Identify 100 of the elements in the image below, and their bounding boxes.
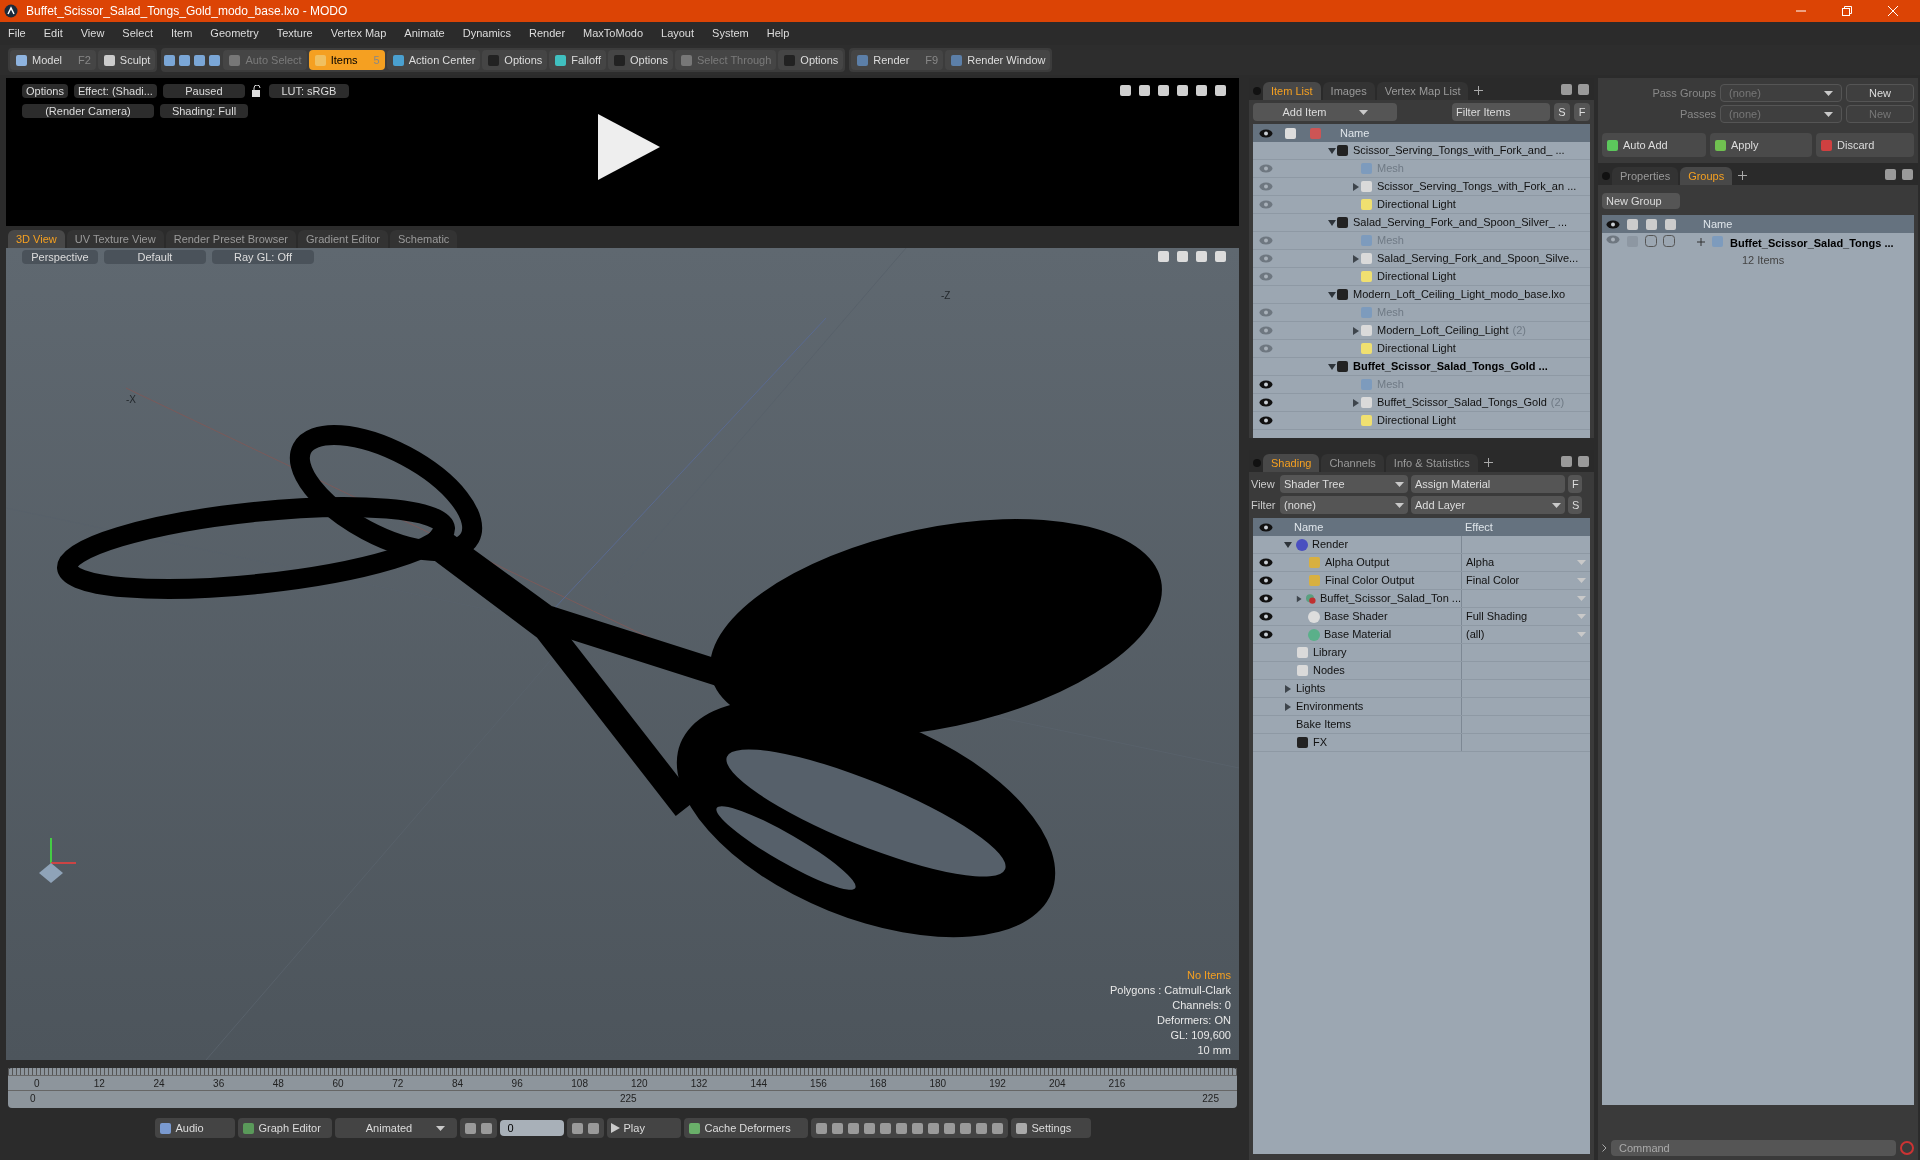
mode-dropdown[interactable]: Animated [334,1118,457,1138]
preview-button[interactable]: Shading: Full [160,104,248,118]
column-header[interactable]: Name [1340,124,1370,142]
assign-material-button[interactable]: Assign Material [1411,475,1565,493]
expand-arrow-icon[interactable] [1328,218,1336,227]
eye-icon[interactable] [1258,594,1273,603]
menu-item[interactable]: Geometry [210,25,259,42]
menu-item[interactable]: Render [529,25,566,42]
timeline[interactable]: 0 12 24 36 48 60 72 84 96 108 120 132 144 156 168 180 192 204 216 0 225 225 [8,1068,1237,1108]
expand-arrow-icon[interactable] [1284,684,1292,693]
panel-tab[interactable]: 3D View [8,230,65,248]
preview-button[interactable]: Effect: (Shadi... [73,84,157,98]
toolbar-button[interactable]: Model F2 [10,50,96,70]
menu-item[interactable]: MaxToModo [583,25,643,42]
menu-item[interactable]: Edit [43,25,63,42]
shader-item[interactable]: Base Material [1324,626,1392,643]
preview-button[interactable]: (Render Camera) [22,104,154,118]
shader-item[interactable]: Environments [1296,698,1364,715]
column-header[interactable]: Effect [1461,518,1493,536]
menu-item[interactable]: Animate [404,25,445,42]
tree-item[interactable]: Directional Light [1377,196,1456,213]
eye-icon[interactable] [1258,398,1273,407]
tree-item[interactable]: Directional Light [1377,268,1456,285]
tree-item[interactable]: Directional Light [1377,412,1456,429]
add-layer-dropdown[interactable]: Add Layer [1411,496,1565,514]
eye-icon[interactable] [1258,612,1273,621]
panel-tab[interactable]: Images [1322,82,1375,100]
scene-item[interactable]: Scissor_Serving_Tongs_with_Fork_and_ ... [1353,142,1565,159]
shader-item[interactable]: Base Shader [1324,608,1388,625]
panel-tab[interactable]: Shading [1263,454,1320,472]
expand-arrow-icon[interactable] [1328,146,1336,155]
shader-item[interactable]: FX [1313,734,1328,751]
play-button[interactable]: Play [606,1118,681,1138]
command-field[interactable]: Command [1611,1140,1896,1156]
s-button[interactable]: S [1554,103,1570,121]
tree-item[interactable]: Scissor_Serving_Tongs_with_Fork_an ... [1377,178,1577,195]
filter-dropdown[interactable]: (none) [1280,496,1408,514]
toolbar-button[interactable]: Falloff [549,50,607,70]
expand-arrow-icon[interactable] [1352,326,1360,335]
toolbar-button[interactable]: Options [482,50,548,70]
column-header[interactable]: Name [1278,518,1461,536]
preview-button[interactable]: Paused [162,84,245,98]
menu-item[interactable]: Vertex Map [330,25,387,42]
menu-item[interactable]: Texture [276,25,313,42]
preview-button[interactable]: LUT: sRGB [268,84,349,98]
expand-arrow-icon[interactable] [1284,702,1292,711]
expand-arrow-icon[interactable] [1352,182,1360,191]
f-button[interactable]: F [1568,475,1582,493]
menu-item[interactable]: System [712,25,749,42]
menu-item[interactable]: Item [170,25,193,42]
toolbar-button[interactable]: Options [778,50,844,70]
shader-item[interactable]: Final Color Output [1325,572,1415,589]
eye-icon[interactable] [1258,630,1273,639]
graph-editor-button[interactable]: Graph Editor [237,1118,332,1138]
panel-dot-icon[interactable] [1253,459,1261,467]
menu-item[interactable]: Layout [661,25,695,42]
eye-icon[interactable] [1606,219,1620,229]
expand-arrow-icon[interactable] [1352,254,1360,263]
effect-value[interactable]: (all) [1466,626,1485,643]
expand-arrow-icon[interactable] [1296,594,1303,603]
effect-value[interactable]: Alpha [1466,554,1495,571]
apply-button[interactable]: Apply [1710,133,1812,157]
frame-field[interactable]: 0 [499,1120,564,1136]
eye-icon[interactable] [1258,416,1273,425]
add-tab-icon[interactable] [1483,458,1493,467]
panel-tab[interactable]: Channels [1321,454,1384,472]
panel-tab[interactable]: Schematic [390,230,458,248]
toolbar-button[interactable]: Action Center [386,50,481,70]
restore-icon[interactable] [1842,6,1852,16]
view-button[interactable]: Default [104,250,206,264]
tree-item[interactable]: Modern_Loft_Ceiling_Light [1377,322,1509,339]
scene-item[interactable]: Salad_Serving_Fork_and_Spoon_Silver_ ... [1353,214,1568,231]
settings-button[interactable]: Settings [1010,1118,1091,1138]
toolbar-button[interactable]: Render F9 [851,50,944,70]
tree-item[interactable]: Buffet_Scissor_Salad_Tongs_Gold [1377,394,1547,411]
panel-tab[interactable]: UV Texture View [66,230,164,248]
eye-icon[interactable] [1258,128,1273,138]
f-button[interactable]: F [1574,103,1590,121]
toolbar-button[interactable]: Render Window [945,50,1051,70]
s-button[interactable]: S [1568,496,1582,514]
toolbar-button[interactable]: Items 5 [308,50,385,70]
add-tab-icon[interactable] [1738,171,1748,180]
panel-dot-icon[interactable] [1253,87,1261,95]
expand-arrow-icon[interactable] [1328,290,1336,299]
tree-item[interactable]: Salad_Serving_Fork_and_Spoon_Silve... [1377,250,1579,267]
column-header[interactable]: Name [1703,215,1733,233]
scene-item[interactable]: Buffet_Scissor_Salad_Tongs_Gold ... [1353,358,1548,375]
play-icon[interactable] [596,114,662,180]
panel-tab[interactable]: Groups [1680,167,1733,185]
discard-button[interactable]: Discard [1816,133,1914,157]
panel-tab[interactable]: Gradient Editor [298,230,388,248]
tree-item[interactable]: Directional Light [1377,340,1456,357]
expand-arrow-icon[interactable] [1352,398,1360,407]
panel-tab[interactable]: Render Preset Browser [165,230,296,248]
panel-dot-icon[interactable] [1602,172,1610,180]
panel-tab[interactable]: Properties [1612,167,1679,185]
shader-item[interactable]: Bake Items [1296,716,1352,733]
eye-icon[interactable] [1258,576,1273,585]
shader-item[interactable]: Lights [1296,680,1326,697]
shader-item[interactable]: Nodes [1313,662,1345,679]
